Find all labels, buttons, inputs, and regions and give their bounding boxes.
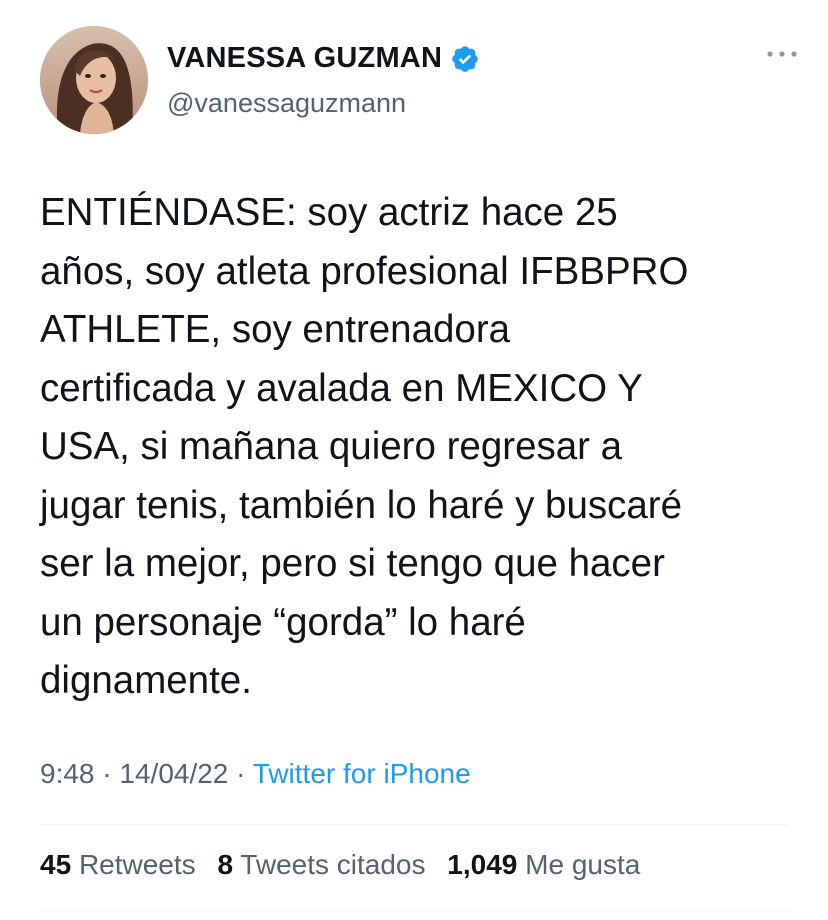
quotes-label: Tweets citados <box>240 849 426 880</box>
tweet-text-line: dignamente. <box>40 659 252 702</box>
meta-separator: · <box>94 758 120 789</box>
more-options-icon[interactable] <box>764 44 800 64</box>
tweet-stats: 45 Retweets 8 Tweets citados 1,049 Me gu… <box>40 849 654 881</box>
tweet-meta: 9:48 · 14/04/22 · Twitter for iPhone <box>40 758 471 790</box>
tweet-text-line: ENTIÉNDASE: soy actriz hace 25 <box>40 191 618 234</box>
retweets-stat[interactable]: 45 Retweets <box>40 849 196 880</box>
tweet-text-line: jugar tenis, también lo haré y buscaré <box>40 483 683 527</box>
tweet-text-line: ser la mejor, pero si tengo que hacer <box>40 542 665 585</box>
meta-separator: · <box>228 758 253 789</box>
tweet-text-line: años, soy atleta profesional IFBBPRO <box>40 249 689 293</box>
avatar[interactable] <box>40 26 148 134</box>
tweet-time[interactable]: 9:48 <box>40 758 95 789</box>
retweets-label: Retweets <box>78 849 196 880</box>
display-name[interactable]: VANESSA GUZMAN <box>167 42 442 75</box>
tweet-card: VANESSA GUZMAN @vanessaguzmann ENTIÉNDAS… <box>0 0 828 920</box>
user-handle[interactable]: @vanessaguzmann <box>167 88 406 119</box>
likes-stat[interactable]: 1,049 Me gusta <box>447 849 640 880</box>
tweet-text-line: certificada y avalada en MEXICO Y <box>40 366 643 410</box>
divider <box>40 824 788 825</box>
tweet-source-link[interactable]: Twitter for iPhone <box>253 758 471 789</box>
tweet-date[interactable]: 14/04/22 <box>119 758 228 789</box>
quotes-count: 8 <box>217 849 234 880</box>
tweet-text: ENTIÉNDASE: soy actriz hace 25 años, soy… <box>40 184 800 711</box>
tweet-text-line: ATHLETE, soy entrenadora <box>40 308 511 351</box>
verified-badge-icon <box>450 44 480 74</box>
likes-count: 1,049 <box>447 849 518 880</box>
tweet-text-line: USA, si mañana quiero regresar a <box>40 425 623 468</box>
retweets-count: 45 <box>40 849 72 880</box>
quotes-stat[interactable]: 8 Tweets citados <box>217 849 425 880</box>
name-row: VANESSA GUZMAN <box>167 42 480 75</box>
tweet-header: VANESSA GUZMAN @vanessaguzmann <box>40 26 800 136</box>
likes-label: Me gusta <box>525 849 641 880</box>
tweet-text-line: un personaje “gorda” lo haré <box>40 600 526 644</box>
avatar-image <box>40 26 148 134</box>
divider <box>40 910 788 911</box>
